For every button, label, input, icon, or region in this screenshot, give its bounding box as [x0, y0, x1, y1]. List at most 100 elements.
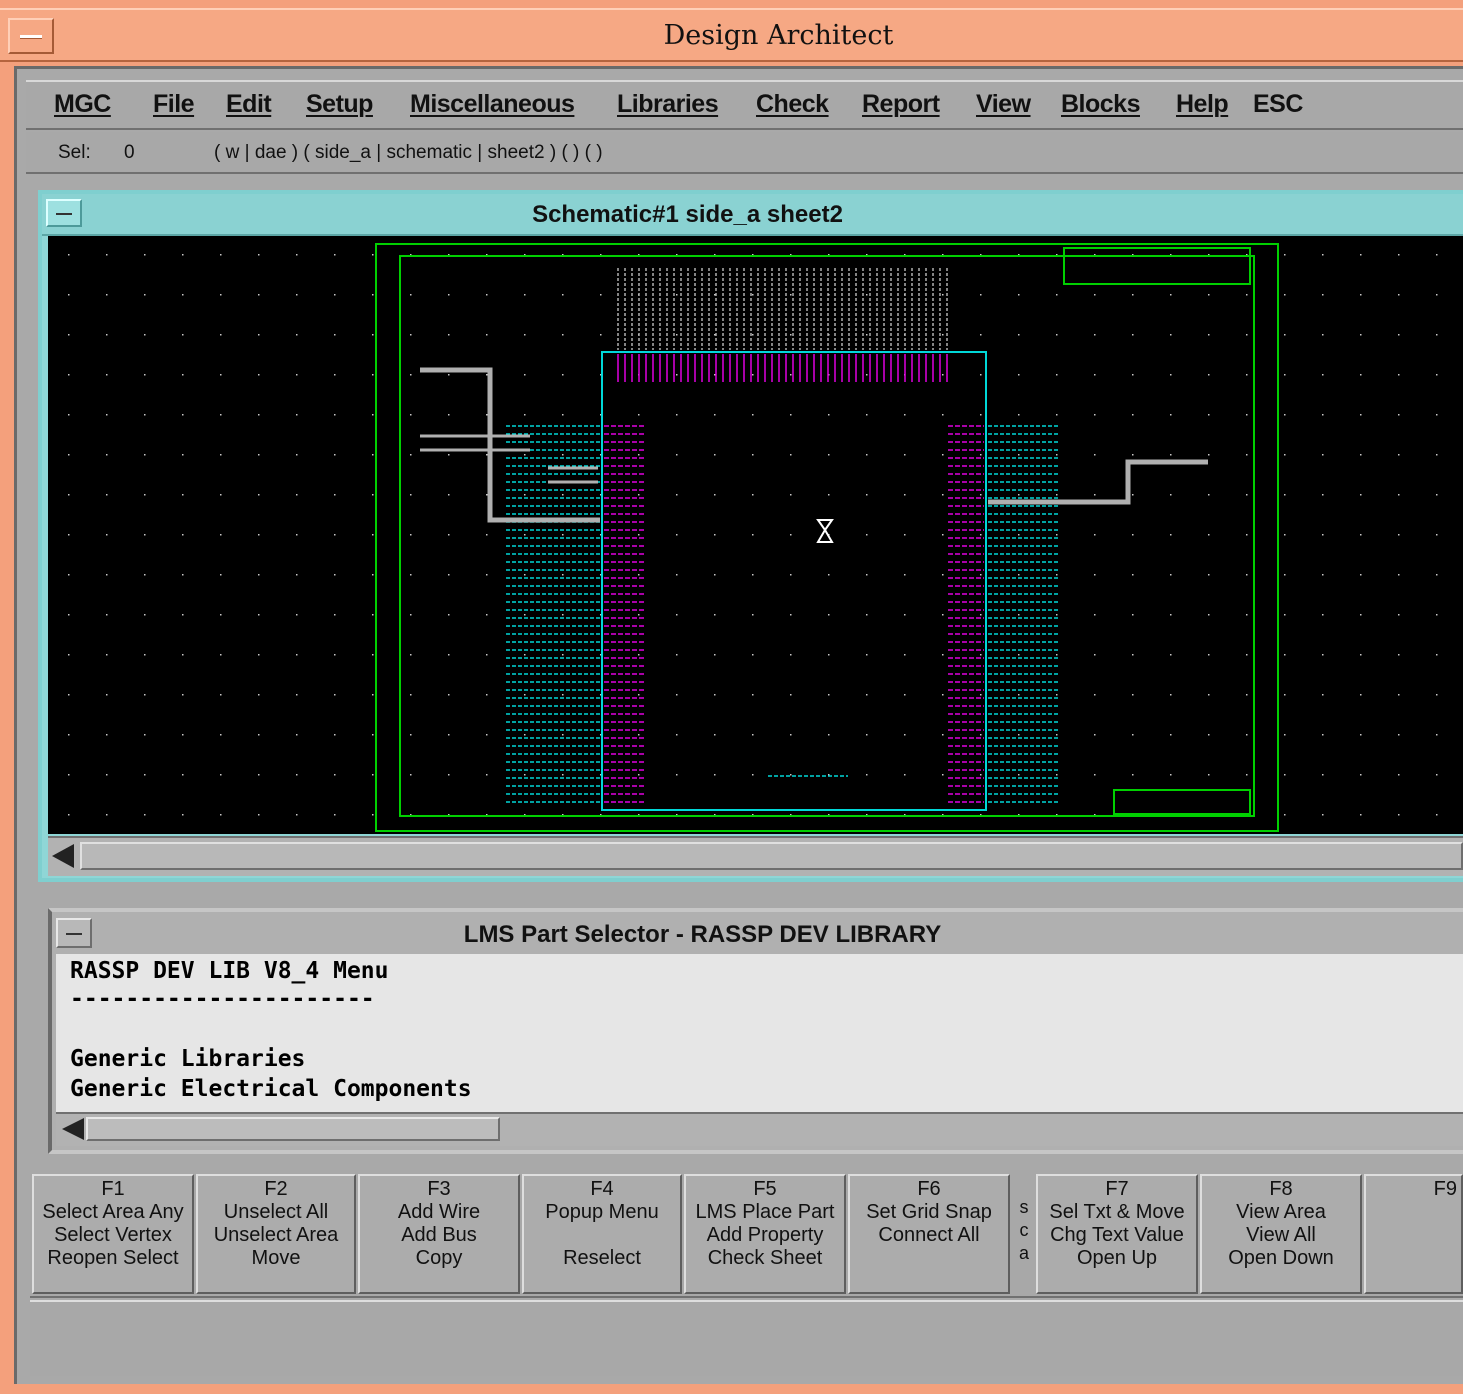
message-area — [30, 1300, 1463, 1376]
scroll-thumb[interactable] — [86, 1117, 500, 1141]
menu-mgc[interactable]: MGC — [54, 90, 111, 119]
fkey-f2[interactable]: F2 Unselect All Unselect Area Move — [196, 1174, 356, 1294]
right-pins — [948, 425, 984, 803]
fkey-line: Select Area Any — [42, 1201, 184, 1223]
fkey-label: F6 — [917, 1178, 941, 1200]
fkey-f3[interactable]: F3 Add Wire Add Bus Copy — [358, 1174, 520, 1294]
schematic-window: Schematic#1 side_a sheet2 — [38, 190, 1463, 882]
fkey-label: F2 — [264, 1178, 288, 1200]
fkey-label: F7 — [1105, 1178, 1129, 1200]
schematic-title: Schematic#1 side_a sheet2 — [532, 201, 843, 228]
fkey-label: F4 — [590, 1178, 614, 1200]
menu-report[interactable]: Report — [862, 90, 940, 119]
hourglass-cursor-icon — [816, 519, 834, 543]
menu-check[interactable]: Check — [756, 90, 829, 119]
menubar: MGC File Edit Setup Miscellaneous Librar… — [26, 80, 1463, 130]
fkey-label: F9 — [1433, 1178, 1457, 1200]
list-item-generic-electrical-components[interactable]: Generic Electrical Components — [70, 1076, 472, 1102]
top-pins — [617, 354, 948, 382]
schematic-hscrollbar[interactable] — [48, 836, 1463, 876]
scroll-thumb[interactable] — [80, 842, 1463, 870]
list-item-generic-libraries[interactable]: Generic Libraries — [70, 1046, 305, 1072]
scroll-left-arrow-icon[interactable] — [62, 1118, 84, 1140]
menu-libraries[interactable]: Libraries — [617, 90, 719, 119]
fkey-line: Chg Text Value — [1050, 1224, 1184, 1246]
fkey-line: View All — [1246, 1224, 1316, 1246]
fkey-f8[interactable]: F8 View Area View All Open Down — [1200, 1174, 1362, 1294]
fkey-label: F8 — [1269, 1178, 1293, 1200]
window-title: Design Architect — [663, 20, 894, 51]
menu-esc[interactable]: ESC — [1253, 90, 1303, 119]
fkey-line: LMS Place Part — [695, 1201, 835, 1223]
sel-label: Sel: — [58, 142, 91, 163]
menu-help[interactable]: Help — [1176, 90, 1229, 119]
menu-edit[interactable]: Edit — [226, 90, 272, 119]
menu-setup[interactable]: Setup — [306, 90, 373, 119]
side-letter: c — [1019, 1220, 1029, 1240]
fkey-label: F5 — [753, 1178, 777, 1200]
app-window: Design Architect MGC File Edit Setup Mis… — [0, 0, 1463, 1394]
fkey-line: Reselect — [563, 1247, 641, 1269]
menu-heading: RASSP DEV LIB V8_4 Menu — [70, 958, 389, 984]
fkey-line: Unselect All — [223, 1201, 329, 1223]
grid-dots — [68, 254, 1438, 816]
fkey-side-label: s c a — [1014, 1196, 1034, 1265]
part-selector-window: LMS Part Selector - RASSP DEV LIBRARY RA… — [48, 908, 1463, 1154]
side-letter: a — [1018, 1243, 1029, 1263]
menu-view[interactable]: View — [976, 90, 1031, 119]
fkey-line: Connect All — [878, 1224, 980, 1246]
fkey-line: Reopen Select — [47, 1247, 179, 1269]
fkey-line: Add Property — [706, 1224, 824, 1246]
part-selector-titlebar[interactable]: LMS Part Selector - RASSP DEV LIBRARY — [52, 912, 1463, 954]
fkey-label: F1 — [101, 1178, 125, 1200]
status-line: Sel: 0 ( w | dae ) ( side_a | schematic … — [26, 132, 1463, 174]
top-net-wires — [617, 268, 948, 350]
fkey-line: Copy — [415, 1247, 463, 1269]
part-selector-title: LMS Part Selector - RASSP DEV LIBRARY — [463, 921, 942, 948]
schematic-window-menu-button[interactable] — [46, 199, 82, 227]
fkey-line: Open Down — [1228, 1247, 1334, 1269]
context-path: ( w | dae ) ( side_a | schematic | sheet… — [214, 142, 603, 163]
fkey-f7[interactable]: F7 Sel Txt & Move Chg Text Value Open Up — [1036, 1174, 1198, 1294]
fkey-line: Popup Menu — [545, 1201, 659, 1223]
fkey-line: Add Bus — [401, 1224, 477, 1246]
schematic-drawing — [68, 243, 1438, 832]
menu-blocks[interactable]: Blocks — [1061, 90, 1140, 119]
schematic-canvas[interactable] — [48, 236, 1463, 834]
schematic-titlebar[interactable]: Schematic#1 side_a sheet2 — [42, 194, 1463, 236]
title-block-bottom — [1113, 789, 1251, 815]
fkey-f9[interactable]: F9 — [1364, 1174, 1463, 1294]
fkey-f6[interactable]: F6 Set Grid Snap Connect All — [848, 1174, 1010, 1294]
window-menu-button[interactable] — [8, 18, 54, 54]
fkey-line: Sel Txt & Move — [1049, 1201, 1185, 1223]
sheet-inner-border — [399, 255, 1255, 817]
sel-count: 0 — [124, 142, 135, 163]
fkey-line: Select Vertex — [54, 1224, 172, 1246]
part-selector-list: RASSP DEV LIB V8_4 Menu ----------------… — [56, 954, 1463, 1114]
part-selector-window-menu-button[interactable] — [56, 918, 92, 948]
fkey-line: Set Grid Snap — [866, 1201, 992, 1223]
fkey-f5[interactable]: F5 LMS Place Part Add Property Check She… — [684, 1174, 846, 1294]
fkey-line: Move — [251, 1247, 301, 1269]
part-selector-hscrollbar[interactable] — [56, 1112, 1463, 1146]
fkey-f1[interactable]: F1 Select Area Any Select Vertex Reopen … — [32, 1174, 194, 1294]
scroll-left-arrow-icon[interactable] — [52, 844, 74, 868]
component-body — [601, 351, 987, 811]
fkey-line: Add Wire — [397, 1201, 481, 1223]
menu-file[interactable]: File — [153, 90, 195, 119]
side-letter: s — [1019, 1197, 1029, 1217]
fkey-label: F3 — [427, 1178, 451, 1200]
fkey-line: Unselect Area — [213, 1224, 339, 1246]
menu-miscellaneous[interactable]: Miscellaneous — [410, 90, 575, 119]
sheet-outer-border — [375, 243, 1279, 832]
fkey-f4[interactable]: F4 Popup Menu Reselect — [522, 1174, 682, 1294]
right-net-wires — [988, 425, 1058, 803]
window-titlebar[interactable]: Design Architect — [0, 8, 1463, 62]
menu-separator: ---------------------- — [70, 986, 375, 1012]
fkey-line: Open Up — [1076, 1247, 1158, 1269]
fkey-line — [524, 1224, 680, 1247]
function-key-bar: F1 Select Area Any Select Vertex Reopen … — [30, 1170, 1463, 1298]
title-block-top — [1063, 247, 1251, 285]
fkey-line: View Area — [1236, 1201, 1326, 1223]
fkey-line: Check Sheet — [707, 1247, 823, 1269]
